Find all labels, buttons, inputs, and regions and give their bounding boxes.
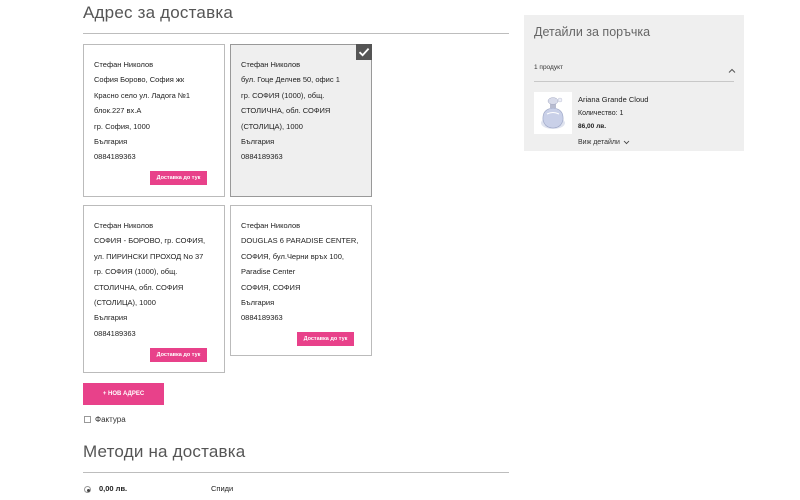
view-details-link[interactable]: Виж детайли bbox=[578, 139, 630, 146]
delivery-address-title: Адрес за доставка bbox=[83, 3, 233, 22]
address-line: България bbox=[94, 313, 128, 323]
address-line: Стефан Николов bbox=[94, 221, 154, 230]
address-line: СОФИЯ, бул.Черни връх 100, bbox=[241, 251, 344, 261]
address-line: СТОЛИЧНА, обл. СОФИЯ bbox=[94, 282, 184, 292]
order-summary-panel: Детайли за поръчка 1 продукт Ariana Gran… bbox=[524, 15, 744, 151]
address-line: СОФИЯ, СОФИЯ bbox=[241, 282, 301, 292]
delivery-address-divider bbox=[83, 33, 509, 34]
address-line: Стефан Николов bbox=[241, 221, 301, 230]
address-phone: 0884189363 bbox=[241, 313, 283, 323]
address-line: Стефан Николов bbox=[94, 60, 154, 69]
product-thumbnail bbox=[534, 92, 572, 134]
address-line: СТОЛИЧНА, обл. СОФИЯ bbox=[241, 106, 331, 116]
product-quantity: Количество: 1 bbox=[578, 110, 624, 117]
product-name: Ariana Grande Cloud bbox=[578, 95, 649, 104]
shipping-methods-title: Методи на доставка bbox=[83, 442, 246, 461]
shipping-methods-divider bbox=[83, 472, 509, 473]
chevron-up-icon[interactable] bbox=[727, 62, 737, 73]
address-line: България bbox=[94, 137, 128, 147]
invoice-label: Фактура bbox=[95, 415, 126, 424]
new-address-button[interactable]: + НОВ АДРЕС bbox=[83, 383, 164, 405]
product-count: 1 продукт bbox=[534, 64, 563, 71]
invoice-option[interactable]: Фактура bbox=[84, 415, 126, 424]
address-line: (СТОЛИЦА), 1000 bbox=[94, 298, 156, 308]
product-price: 86,00 лв. bbox=[578, 123, 607, 130]
address-line: (СТОЛИЦА), 1000 bbox=[241, 121, 303, 131]
shipping-option[interactable]: 0,00 лв. Спиди bbox=[84, 484, 510, 496]
view-details-label: Виж детайли bbox=[578, 139, 620, 146]
deliver-here-button[interactable]: Доставка до тук bbox=[297, 332, 354, 346]
shipping-radio[interactable] bbox=[84, 486, 91, 493]
order-summary-title: Детайли за поръчка bbox=[534, 25, 651, 39]
check-icon bbox=[356, 44, 372, 60]
chevron-down-icon bbox=[623, 140, 630, 145]
address-line: Стефан Николов bbox=[241, 60, 301, 69]
shipping-price: 0,00 лв. bbox=[99, 484, 128, 493]
address-card-1[interactable]: Стефан Николов София Борово, София жк Кр… bbox=[83, 44, 225, 197]
deliver-here-button[interactable]: Доставка до тук bbox=[150, 348, 207, 362]
address-line: гр. София, 1000 bbox=[94, 121, 150, 131]
invoice-checkbox[interactable] bbox=[84, 416, 91, 423]
address-card-4[interactable]: Стефан Николов DOUGLAS 6 PARADISE CENTER… bbox=[230, 205, 372, 356]
address-line: България bbox=[241, 137, 275, 147]
address-line: гр. СОФИЯ (1000), общ. bbox=[241, 90, 325, 100]
address-line: ул. ПИРИНСКИ ПРОХОД No 37 bbox=[94, 251, 204, 261]
summary-divider bbox=[534, 81, 734, 82]
address-line: Paradise Center bbox=[241, 267, 296, 277]
address-line: DOUGLAS 6 PARADISE CENTER, bbox=[241, 236, 359, 246]
address-phone: 0884189363 bbox=[241, 152, 283, 162]
deliver-here-button[interactable]: Доставка до тук bbox=[150, 171, 207, 185]
shipping-carrier: Спиди bbox=[211, 484, 234, 493]
address-card-3[interactable]: Стефан Николов СОФИЯ - БОРОВО, гр. СОФИЯ… bbox=[83, 205, 225, 373]
address-line: блок.227 вх.А bbox=[94, 106, 142, 116]
address-line: бул. Гоце Делчев 50, офис 1 bbox=[241, 75, 340, 85]
address-line: Красно село ул. Ладога №1 bbox=[94, 90, 191, 100]
address-phone: 0884189363 bbox=[94, 328, 136, 338]
address-line: България bbox=[241, 298, 275, 308]
address-line: София Борово, София жк bbox=[94, 75, 185, 85]
address-phone: 0884189363 bbox=[94, 152, 136, 162]
address-card-2[interactable]: Стефан Николов бул. Гоце Делчев 50, офис… bbox=[230, 44, 372, 197]
address-line: гр. СОФИЯ (1000), общ. bbox=[94, 267, 178, 277]
address-line: СОФИЯ - БОРОВО, гр. СОФИЯ, bbox=[94, 236, 206, 246]
